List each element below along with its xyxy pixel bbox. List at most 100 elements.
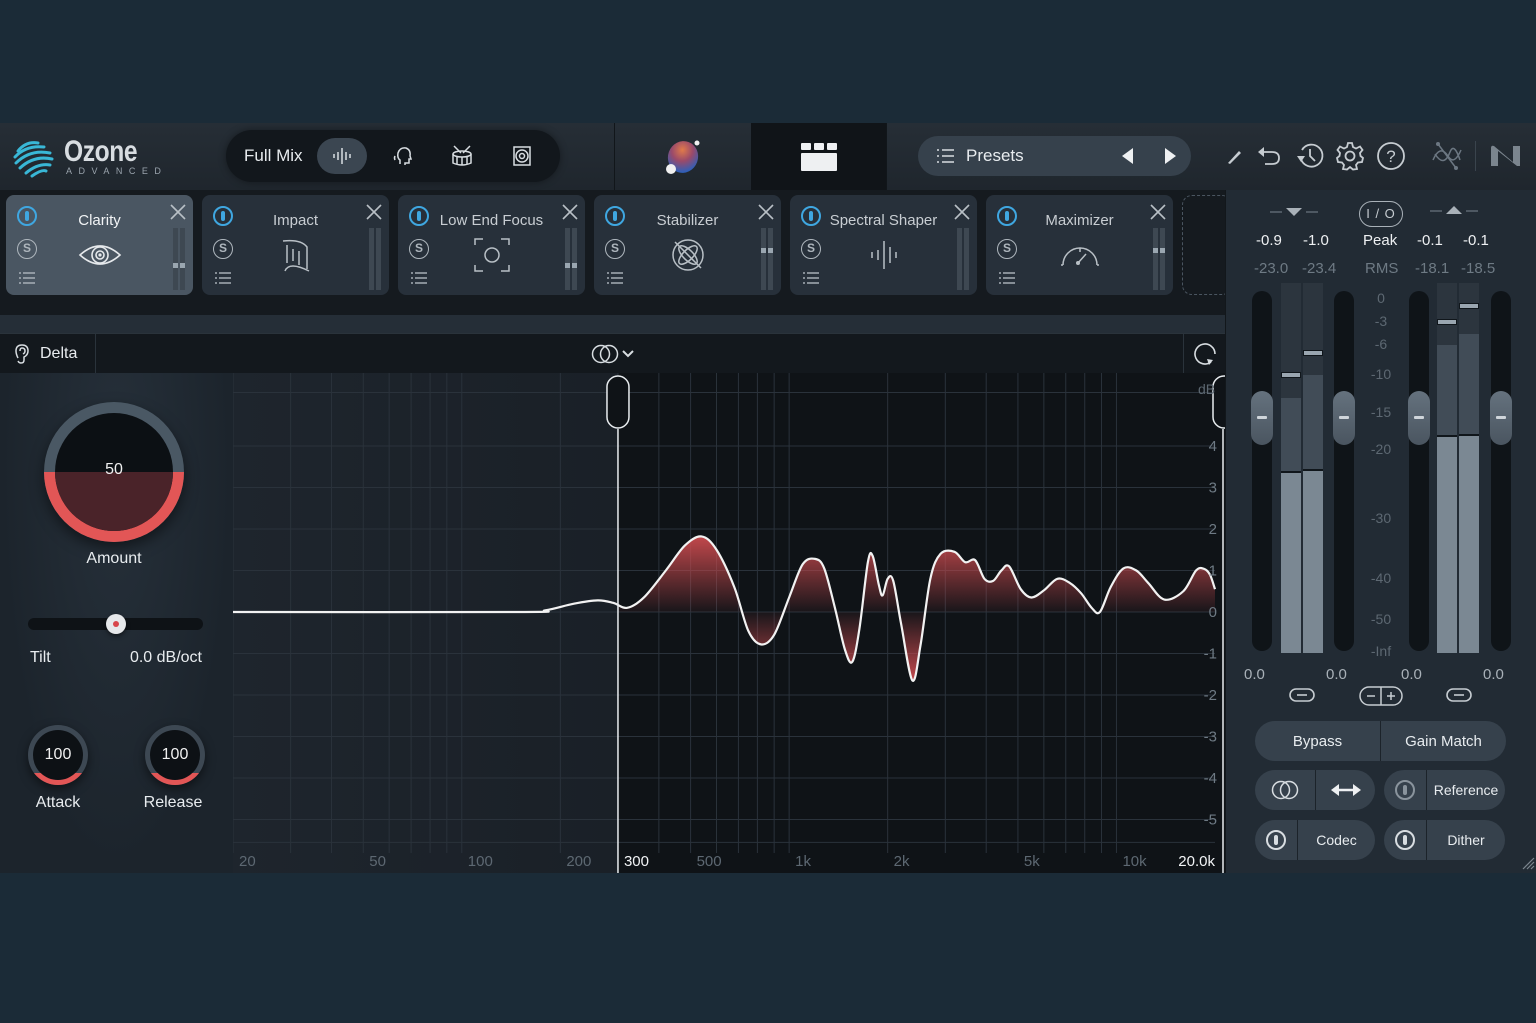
master-assistant-button[interactable] bbox=[615, 123, 750, 190]
meter-peak-hold bbox=[1303, 349, 1323, 356]
history-button[interactable] bbox=[1294, 140, 1326, 172]
fader-gain-value: 0.0 bbox=[1401, 666, 1422, 683]
input-link-icon[interactable] bbox=[1288, 687, 1316, 703]
dither-power-button[interactable] bbox=[1384, 820, 1426, 860]
low-cutoff-handle[interactable] bbox=[606, 375, 630, 429]
reset-view-button[interactable] bbox=[1183, 334, 1225, 374]
module-power-button[interactable] bbox=[213, 206, 233, 226]
module-impact[interactable]: S Impact bbox=[202, 195, 389, 295]
module-solo-button[interactable]: S bbox=[17, 239, 37, 259]
ozone-logo: Ozone ADVANCED bbox=[12, 135, 161, 179]
module-maximizer[interactable]: S Maximizer bbox=[986, 195, 1173, 295]
db-tick-label: -2 bbox=[1204, 687, 1217, 704]
module-solo-button[interactable]: S bbox=[409, 239, 429, 259]
input-peak-right: -1.0 bbox=[1303, 232, 1329, 249]
module-menu-icon[interactable] bbox=[18, 271, 36, 285]
output-right-fader[interactable] bbox=[1490, 291, 1512, 651]
close-icon[interactable] bbox=[1149, 203, 1167, 221]
module-power-button[interactable] bbox=[997, 206, 1017, 226]
speaker-button[interactable] bbox=[497, 138, 547, 174]
meter-scale-label: -6 bbox=[1374, 336, 1388, 352]
bypass-button[interactable]: Bypass bbox=[1255, 721, 1380, 761]
scale-zoom-control[interactable] bbox=[1359, 686, 1403, 706]
full-mix-button[interactable] bbox=[317, 138, 367, 174]
swap-channels-button[interactable] bbox=[1315, 770, 1375, 810]
fader-thumb[interactable] bbox=[1490, 391, 1512, 445]
undo-button[interactable] bbox=[1254, 140, 1286, 172]
module-meter-level bbox=[768, 247, 773, 253]
module-solo-button[interactable]: S bbox=[213, 239, 233, 259]
amount-fill bbox=[55, 472, 173, 531]
reference-button[interactable]: Reference bbox=[1426, 770, 1505, 810]
module-power-button[interactable] bbox=[801, 206, 821, 226]
meter-scale-label: 0 bbox=[1377, 290, 1385, 306]
focus-icon bbox=[473, 238, 510, 272]
release-knob[interactable]: 100 bbox=[145, 725, 205, 785]
amount-knob[interactable]: 50 bbox=[44, 402, 184, 542]
module-spectral-shaper[interactable]: S Spectral Shaper bbox=[790, 195, 977, 295]
stereo-mode-dropdown[interactable] bbox=[590, 342, 640, 366]
delta-button[interactable]: Delta bbox=[0, 334, 96, 374]
close-icon[interactable] bbox=[169, 203, 187, 221]
module-menu-icon[interactable] bbox=[214, 271, 232, 285]
codec-button[interactable]: Codec bbox=[1297, 820, 1375, 860]
codec-power-button[interactable] bbox=[1255, 820, 1297, 860]
amount-label: Amount bbox=[86, 550, 142, 567]
previous-preset-icon[interactable] bbox=[1121, 148, 1135, 164]
module-menu-icon[interactable] bbox=[410, 271, 428, 285]
output-left-fader[interactable] bbox=[1408, 291, 1430, 651]
module-solo-button[interactable]: S bbox=[605, 239, 625, 259]
header-divider bbox=[886, 123, 887, 190]
output-link-icon[interactable] bbox=[1445, 687, 1473, 703]
stereo-mode-button[interactable] bbox=[1255, 770, 1315, 810]
undo-icon bbox=[1258, 147, 1280, 165]
module-meter-level bbox=[173, 262, 178, 268]
gain-match-button[interactable]: Gain Match bbox=[1380, 721, 1506, 761]
fader-thumb[interactable] bbox=[1408, 391, 1430, 445]
module-menu-icon[interactable] bbox=[606, 271, 624, 285]
dither-button[interactable]: Dither bbox=[1426, 820, 1505, 860]
reference-power-button[interactable] bbox=[1384, 770, 1426, 810]
input-left-fader[interactable] bbox=[1251, 291, 1273, 651]
attack-knob[interactable]: 100 bbox=[28, 725, 88, 785]
drum-icon bbox=[452, 145, 472, 166]
module-low-end-focus[interactable]: S Low End Focus bbox=[398, 195, 585, 295]
tilt-slider[interactable] bbox=[28, 614, 203, 634]
fader-thumb[interactable] bbox=[1251, 391, 1273, 445]
input-right-fader[interactable] bbox=[1333, 291, 1355, 651]
module-menu-icon[interactable] bbox=[802, 271, 820, 285]
assistant-mode-label[interactable]: Full Mix bbox=[244, 146, 303, 166]
close-icon[interactable] bbox=[365, 203, 383, 221]
module-power-button[interactable] bbox=[409, 206, 429, 226]
module-solo-button[interactable]: S bbox=[997, 239, 1017, 259]
pencil-button[interactable] bbox=[1218, 140, 1250, 172]
drums-button[interactable] bbox=[437, 138, 487, 174]
close-icon[interactable] bbox=[561, 203, 579, 221]
fader-thumb[interactable] bbox=[1333, 391, 1355, 445]
io-toggle[interactable]: I / O bbox=[1359, 201, 1403, 227]
module-power-button[interactable] bbox=[17, 206, 37, 226]
module-menu-icon[interactable] bbox=[998, 271, 1016, 285]
next-preset-icon[interactable] bbox=[1163, 148, 1177, 164]
vocal-button[interactable] bbox=[378, 138, 428, 174]
module-solo-button[interactable]: S bbox=[801, 239, 821, 259]
module-view-button[interactable] bbox=[751, 123, 886, 190]
settings-button[interactable] bbox=[1334, 140, 1366, 172]
amount-value: 50 bbox=[105, 461, 123, 478]
app-edition: ADVANCED bbox=[66, 166, 168, 176]
tilt-label: Tilt bbox=[30, 649, 51, 666]
module-stabilizer[interactable]: S Stabilizer bbox=[594, 195, 781, 295]
module-power-button[interactable] bbox=[605, 206, 625, 226]
presets-button[interactable]: Presets bbox=[966, 146, 1024, 166]
fader-gain-value: 0.0 bbox=[1326, 666, 1347, 683]
close-icon[interactable] bbox=[953, 203, 971, 221]
ozone-link-button[interactable] bbox=[1430, 140, 1462, 172]
freq-tick-label: 200 bbox=[566, 853, 591, 870]
meter-scale-label: -50 bbox=[1370, 611, 1392, 627]
help-button[interactable]: ? bbox=[1375, 140, 1407, 172]
resize-grip-icon[interactable] bbox=[1521, 856, 1535, 870]
clarity-spectrum-graph[interactable]: dB 4 3 2 1 0 -1 -2 -3 -4 -5 20 50 100 200 300 500 1k 2k 5k 1… bbox=[233, 373, 1225, 873]
close-icon[interactable] bbox=[757, 203, 775, 221]
tilt-slider-thumb[interactable] bbox=[105, 614, 126, 634]
module-clarity[interactable]: S Clarity bbox=[6, 195, 193, 295]
